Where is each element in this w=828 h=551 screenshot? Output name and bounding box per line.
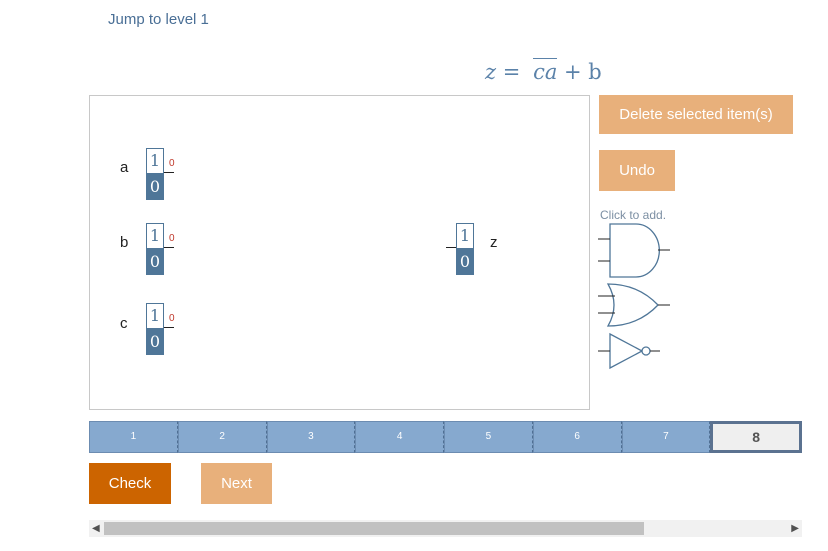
input-a-value-0[interactable]: 0	[146, 174, 164, 200]
level-6-tab[interactable]: 6	[532, 421, 622, 453]
level-2-tab[interactable]: 2	[177, 421, 267, 453]
scrollbar-thumb[interactable]	[104, 522, 644, 535]
input-b-label: b	[120, 234, 129, 251]
input-c-wire[interactable]	[164, 327, 174, 328]
or-gate-icon[interactable]	[598, 282, 673, 328]
output-z-wire[interactable]	[446, 247, 456, 248]
output-z-label: z	[490, 234, 498, 251]
input-c-toggle[interactable]: 1 0	[146, 303, 164, 355]
input-a-output-value: 0	[169, 158, 175, 169]
input-b-wire[interactable]	[164, 247, 174, 248]
level-8-tab-current[interactable]: 8	[710, 421, 802, 453]
check-button[interactable]: Check	[89, 463, 171, 504]
formula-rest: + b	[564, 60, 602, 84]
delete-selected-button[interactable]: Delete selected item(s)	[599, 95, 793, 134]
input-a-toggle[interactable]: 1 0	[146, 148, 164, 200]
scroll-right-icon[interactable]: ▶	[791, 523, 799, 534]
input-b-output-value: 0	[169, 233, 175, 244]
level-selector: 1 2 3 4 5 6 7 8	[89, 421, 802, 453]
jump-to-level-link[interactable]: Jump to level 1	[108, 11, 209, 28]
level-7-tab[interactable]: 7	[621, 421, 711, 453]
scroll-left-icon[interactable]: ◀	[92, 523, 100, 534]
level-5-tab[interactable]: 5	[444, 421, 533, 453]
palette-hint: Click to add.	[600, 208, 667, 222]
level-4-tab[interactable]: 4	[355, 421, 444, 453]
input-a-value-1[interactable]: 1	[146, 148, 164, 174]
formula-lhs: z	[485, 60, 497, 84]
input-b-value-1[interactable]: 1	[146, 223, 164, 249]
input-b-value-0[interactable]: 0	[146, 249, 164, 275]
and-gate-icon[interactable]	[598, 222, 673, 280]
circuit-canvas[interactable]: a 1 0 0 b 1 0 0 c 1 0 0 1 0 z	[89, 95, 590, 410]
output-z-value-0: 0	[456, 249, 474, 275]
target-formula: z = ca + b	[485, 58, 602, 84]
next-button[interactable]: Next	[201, 463, 272, 504]
not-gate-icon[interactable]	[598, 332, 673, 372]
undo-button[interactable]: Undo	[599, 150, 675, 191]
input-c-label: c	[120, 315, 128, 332]
output-z-value-1: 1	[456, 223, 474, 249]
output-z-node: 1 0	[456, 223, 474, 275]
input-a-label: a	[120, 159, 129, 176]
input-c-output-value: 0	[169, 313, 175, 324]
level-1-tab[interactable]: 1	[89, 421, 178, 453]
input-b-toggle[interactable]: 1 0	[146, 223, 164, 275]
horizontal-scrollbar[interactable]: ◀ ▶	[89, 520, 802, 537]
formula-equals: =	[502, 60, 521, 84]
input-c-value-1[interactable]: 1	[146, 303, 164, 329]
level-3-tab[interactable]: 3	[266, 421, 356, 453]
input-a-wire[interactable]	[164, 172, 174, 173]
formula-overlined-term: ca	[533, 58, 558, 84]
input-c-value-0[interactable]: 0	[146, 329, 164, 355]
